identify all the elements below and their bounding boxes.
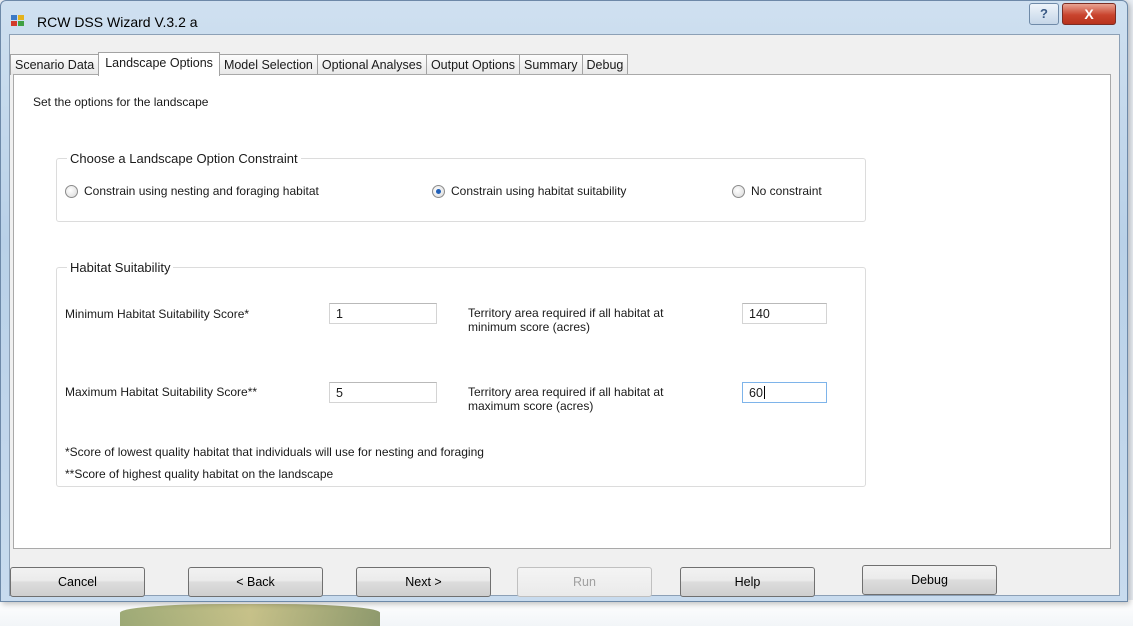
territory-min-label-line2: minimum score (acres) <box>468 320 591 334</box>
title-bar[interactable]: RCW DSS Wizard V.3.2 a ? X <box>1 1 1127 33</box>
habitat-group-title: Habitat Suitability <box>67 260 174 275</box>
radio-label: Constrain using nesting and foraging hab… <box>84 184 319 198</box>
help-question-icon[interactable]: ? <box>1029 3 1059 25</box>
radio-label: No constraint <box>751 184 822 198</box>
constraint-groupbox: Choose a Landscape Option Constraint Con… <box>56 151 866 222</box>
radio-nesting-foraging[interactable]: Constrain using nesting and foraging hab… <box>65 184 319 198</box>
tab-model-selection[interactable]: Model Selection <box>218 54 318 75</box>
help-button[interactable]: Help <box>680 567 815 597</box>
radio-button-icon[interactable] <box>65 184 78 198</box>
max-score-label: Maximum Habitat Suitability Score** <box>65 385 258 399</box>
territory-max-input[interactable]: 60 <box>742 382 827 403</box>
client-area: Scenario Data Landscape Options Model Se… <box>9 34 1120 597</box>
wizard-window: RCW DSS Wizard V.3.2 a ? X Scenario Data… <box>0 0 1128 602</box>
footnote-max: **Score of highest quality habitat on th… <box>65 467 334 481</box>
territory-min-label-line1: Territory area required if all habitat a… <box>468 306 664 320</box>
territory-min-input[interactable]: 140 <box>742 303 827 324</box>
close-icon[interactable]: X <box>1062 3 1116 25</box>
tab-scenario-data[interactable]: Scenario Data <box>10 54 100 75</box>
text-caret <box>763 386 765 399</box>
desktop-wallpaper-fragment <box>120 604 380 626</box>
habitat-suitability-groupbox: Habitat Suitability Minimum Habitat Suit… <box>56 260 866 487</box>
radio-label: Constrain using habitat suitability <box>451 184 627 198</box>
app-icon <box>11 15 25 27</box>
constraint-group-title: Choose a Landscape Option Constraint <box>67 151 301 166</box>
radio-button-icon[interactable] <box>732 184 745 198</box>
territory-max-label-line1: Territory area required if all habitat a… <box>468 385 664 399</box>
radio-no-constraint[interactable]: No constraint <box>732 184 822 198</box>
debug-button[interactable]: Debug <box>862 565 997 595</box>
footnote-min: *Score of lowest quality habitat that in… <box>65 445 484 459</box>
cancel-button[interactable]: Cancel <box>10 567 145 597</box>
tab-output-options[interactable]: Output Options <box>425 54 521 75</box>
back-button[interactable]: < Back <box>188 567 323 597</box>
tab-optional-analyses[interactable]: Optional Analyses <box>316 54 427 75</box>
min-score-input[interactable]: 1 <box>329 303 437 324</box>
page-intro: Set the options for the landscape <box>33 95 209 109</box>
territory-max-value: 60 <box>749 386 763 400</box>
radio-button-selected-icon[interactable] <box>432 184 445 198</box>
next-button[interactable]: Next > <box>356 567 491 597</box>
max-score-input[interactable]: 5 <box>329 382 437 403</box>
tab-landscape-options[interactable]: Landscape Options <box>98 52 220 76</box>
min-score-label: Minimum Habitat Suitability Score* <box>65 307 250 321</box>
radio-habitat-suitability[interactable]: Constrain using habitat suitability <box>432 184 626 198</box>
tab-debug[interactable]: Debug <box>581 54 629 75</box>
run-button[interactable]: Run <box>517 567 652 597</box>
tab-summary[interactable]: Summary <box>519 54 583 75</box>
tab-strip: Scenario Data Landscape Options Model Se… <box>10 52 629 76</box>
territory-max-label-line2: maximum score (acres) <box>468 399 594 413</box>
window-title: RCW DSS Wizard V.3.2 a <box>37 14 198 30</box>
